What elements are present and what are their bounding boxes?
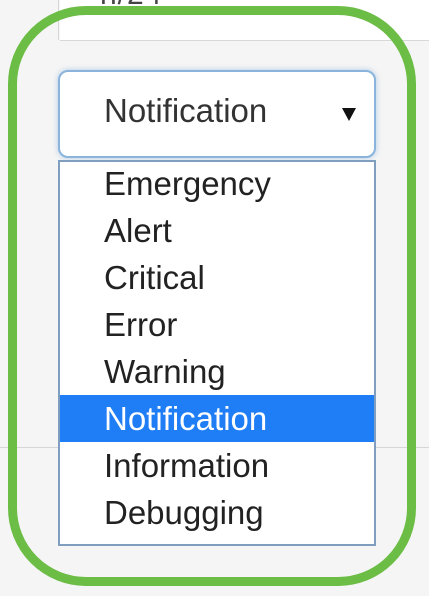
option-warning[interactable]: Warning [60, 348, 374, 395]
severity-select-value: Notification [104, 92, 268, 129]
option-critical[interactable]: Critical [60, 254, 374, 301]
table-cell-previous: n/24 [60, 0, 429, 41]
table-cell-previous-text: n/24 [100, 0, 162, 12]
option-alert[interactable]: Alert [60, 207, 374, 254]
severity-select[interactable]: Notification [58, 70, 376, 158]
option-information[interactable]: Information [60, 442, 374, 489]
option-notification[interactable]: Notification [60, 395, 374, 442]
table-cell-divider [58, 0, 59, 40]
option-emergency[interactable]: Emergency [60, 162, 374, 207]
option-debugging[interactable]: Debugging [60, 489, 374, 536]
triangle-down-icon[interactable] [342, 108, 356, 121]
option-error[interactable]: Error [60, 301, 374, 348]
severity-dropdown-list[interactable]: Emergency Alert Critical Error Warning N… [58, 160, 376, 546]
